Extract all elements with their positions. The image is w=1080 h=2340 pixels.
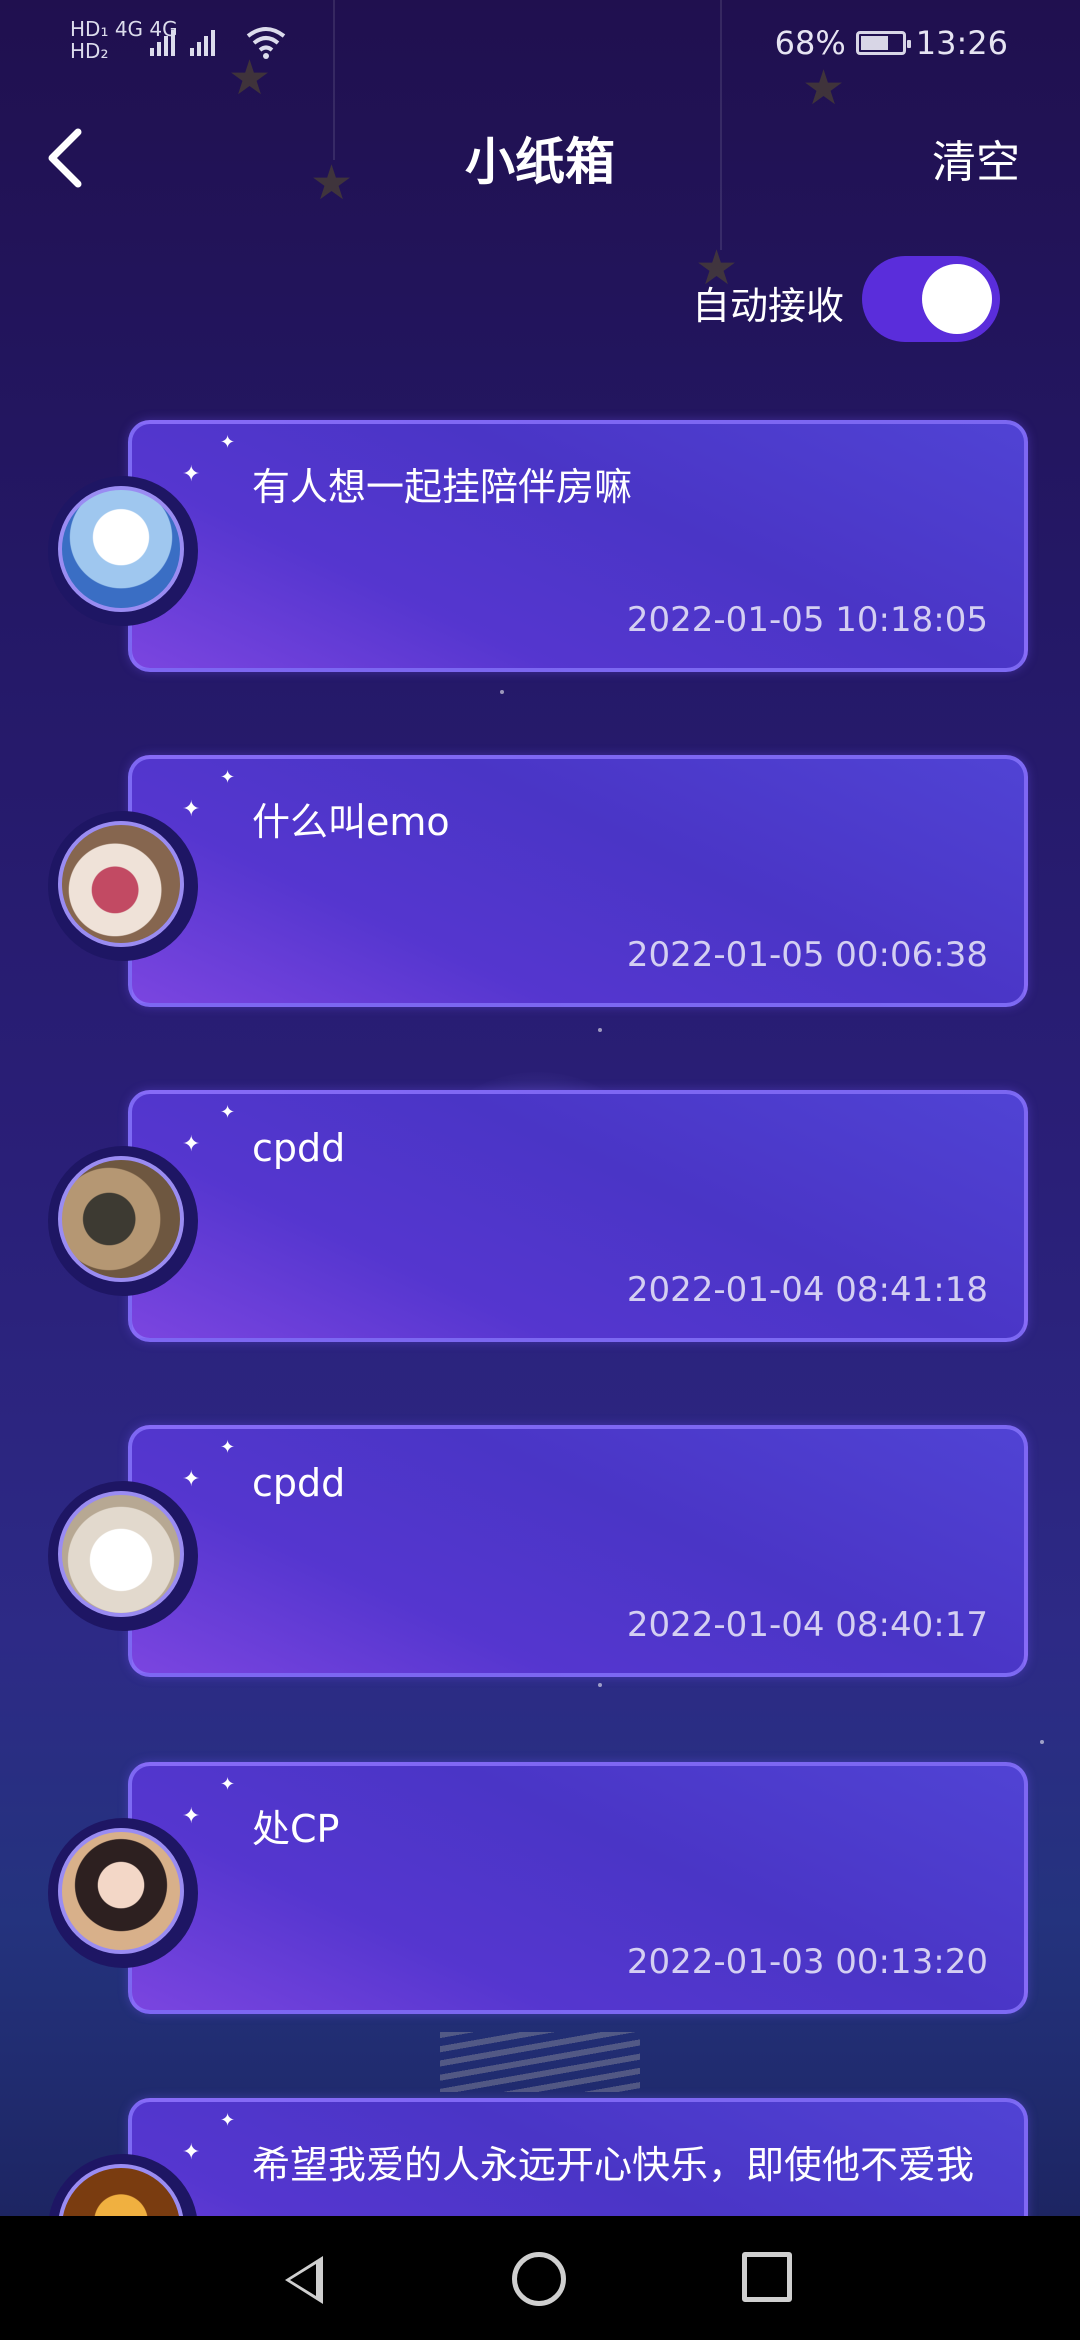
sparkle-icon: ✦ <box>182 1132 201 1157</box>
square-recents-icon <box>742 2252 792 2302</box>
avatar[interactable] <box>58 821 184 947</box>
message-time: 2022-01-05 10:18:05 <box>626 600 988 640</box>
star-dot <box>1040 1740 1044 1744</box>
message-text: cpdd <box>252 1461 346 1505</box>
avatar-frame <box>48 1146 198 1296</box>
sparkle-icon: ✦ <box>182 1467 201 1492</box>
message-card[interactable]: ✦ ✦ cpdd 2022-01-04 08:41:18 <box>128 1090 1028 1342</box>
message-text: 希望我爱的人永远开心快乐，即使他不爱我 <box>252 2143 975 2187</box>
nav-recents-button[interactable] <box>742 2252 798 2308</box>
sparkle-icon: ✦ <box>182 2140 201 2165</box>
message-card[interactable]: ✦ ✦ 处CP 2022-01-03 00:13:20 <box>128 1762 1028 2014</box>
message-time: 2022-01-04 08:41:18 <box>626 1270 988 1310</box>
sparkle-icon: ✦ <box>182 797 201 822</box>
avatar-frame <box>48 1481 198 1631</box>
sparkle-icon: ✦ <box>220 432 236 453</box>
star-dot <box>598 1683 602 1687</box>
avatar-frame <box>48 1818 198 1968</box>
message-text: cpdd <box>252 1126 346 1170</box>
status-bar: HD₁ 4G 4G HD₂ 68% 13:26 <box>0 0 1080 90</box>
avatar[interactable] <box>58 1491 184 1617</box>
app-screen: { "status_bar": { "network_line1": "HD₁ … <box>0 0 1080 2340</box>
message-card[interactable]: ✦ ✦ 什么叫emo 2022-01-05 00:06:38 <box>128 755 1028 1007</box>
sparkle-icon: ✦ <box>182 1804 201 1829</box>
avatar[interactable] <box>58 486 184 612</box>
water-reflection <box>440 2032 640 2092</box>
sparkle-icon: ✦ <box>182 462 201 487</box>
message-text: 什么叫emo <box>252 800 450 844</box>
nav-back-button[interactable] <box>285 2252 341 2308</box>
avatar-frame <box>48 476 198 626</box>
auto-receive-toggle[interactable] <box>862 256 1000 342</box>
star-dot <box>500 690 504 694</box>
avatar[interactable] <box>58 1156 184 1282</box>
sparkle-icon: ✦ <box>220 1437 236 1458</box>
status-right: 68% 13:26 <box>775 24 1008 62</box>
sparkle-icon: ✦ <box>220 1774 236 1795</box>
clear-button[interactable]: 清空 <box>932 126 1020 190</box>
clock: 13:26 <box>915 24 1008 62</box>
message-text: 有人想一起挂陪伴房嘛 <box>252 465 633 509</box>
message-card[interactable]: ✦ ✦ 有人想一起挂陪伴房嘛 2022-01-05 10:18:05 <box>128 420 1028 672</box>
message-time: 2022-01-03 00:13:20 <box>626 1942 988 1982</box>
avatar-frame <box>48 811 198 961</box>
battery-icon <box>855 31 911 55</box>
avatar[interactable] <box>58 1828 184 1954</box>
message-time: 2022-01-04 08:40:17 <box>626 1605 988 1645</box>
triangle-back-icon <box>285 2256 323 2304</box>
page-title: 小纸箱 <box>465 133 615 191</box>
nav-home-button[interactable] <box>512 2252 568 2308</box>
auto-receive-label: 自动接收 <box>691 284 844 328</box>
toggle-knob <box>922 264 992 334</box>
sparkle-icon: ✦ <box>220 1102 236 1123</box>
circle-home-icon <box>512 2252 566 2306</box>
sparkle-icon: ✦ <box>220 767 236 788</box>
star-dot <box>598 1028 602 1032</box>
message-time: 2022-01-05 00:06:38 <box>626 935 988 975</box>
battery-percent: 68% <box>774 24 846 62</box>
system-nav-bar <box>0 2216 1080 2340</box>
message-text: 处CP <box>252 1807 340 1851</box>
wifi-icon <box>246 24 286 68</box>
sparkle-icon: ✦ <box>220 2110 236 2131</box>
battery-fill <box>860 36 889 50</box>
message-card[interactable]: ✦ ✦ cpdd 2022-01-04 08:40:17 <box>128 1425 1028 1677</box>
